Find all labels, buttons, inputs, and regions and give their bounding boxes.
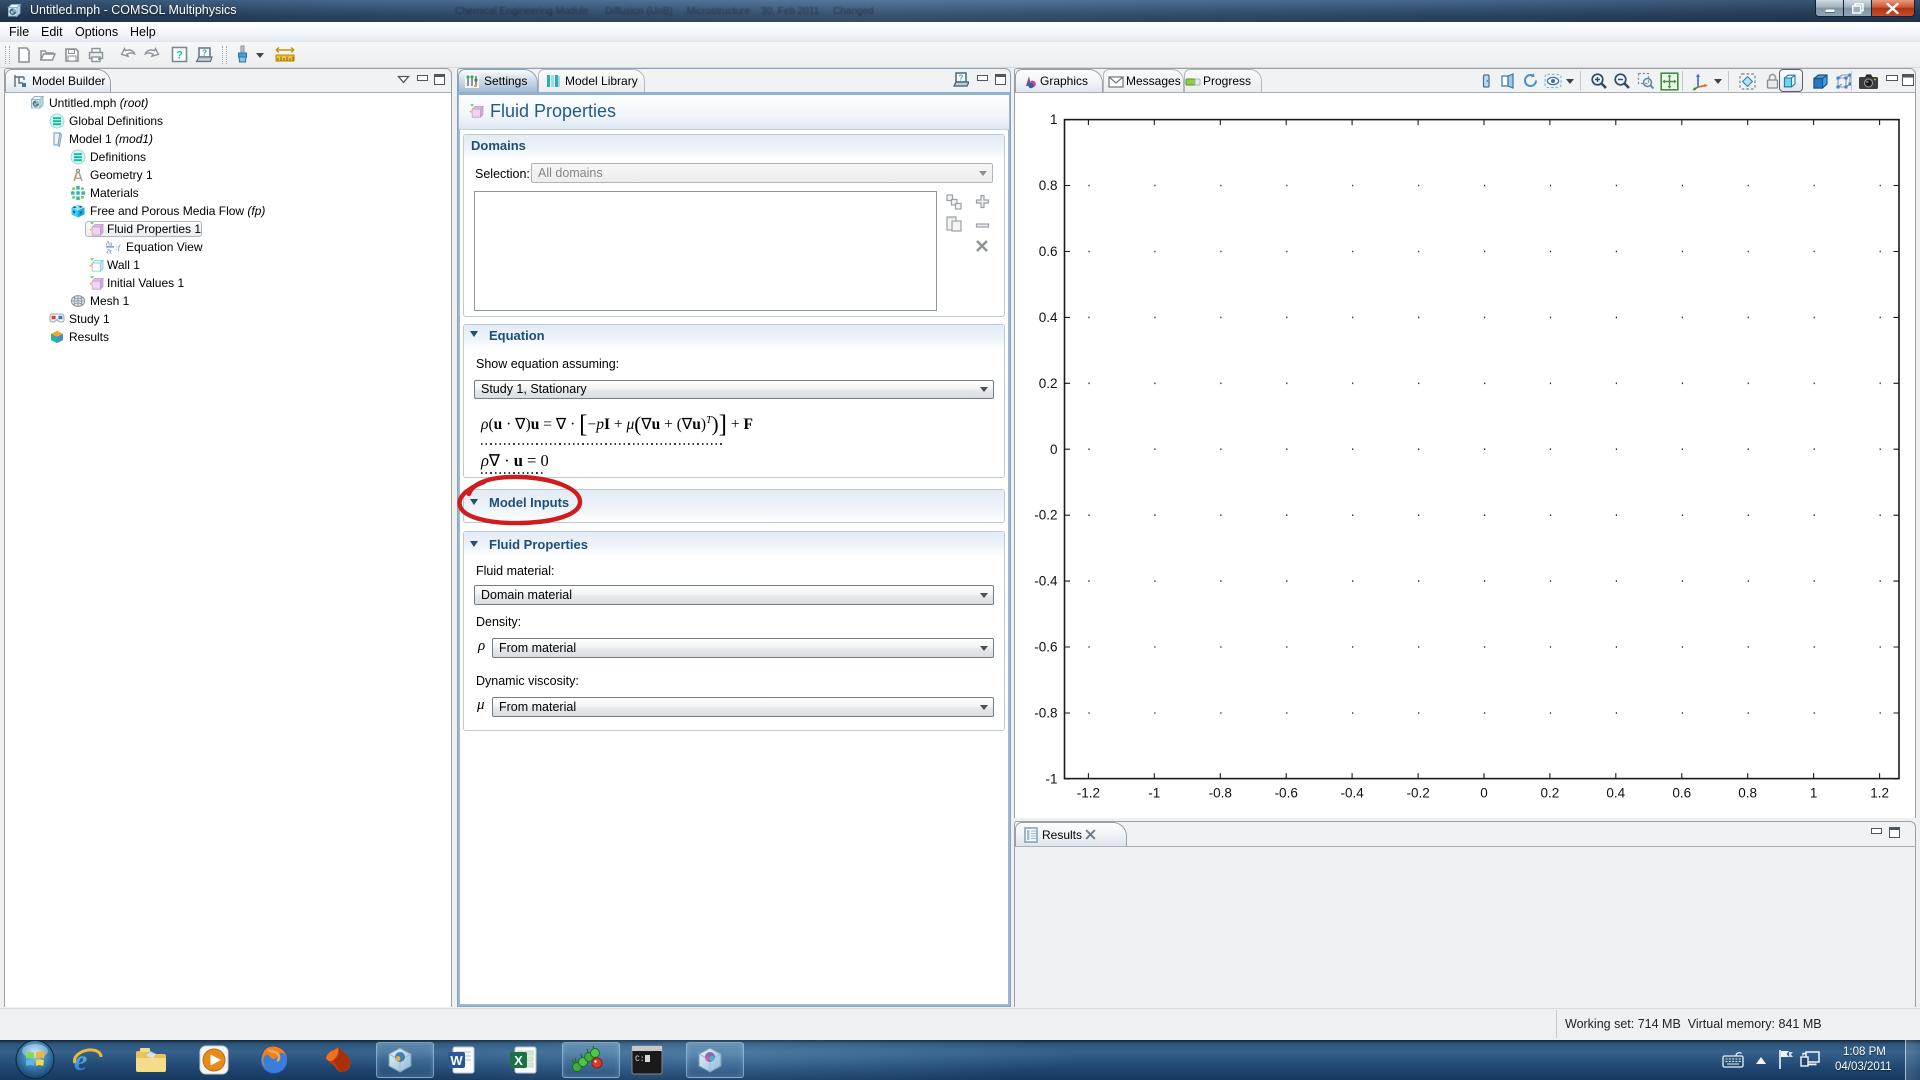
svg-text:-0.4: -0.4	[1340, 786, 1364, 801]
svg-text:0.8: 0.8	[1039, 178, 1058, 193]
svg-text:1: 1	[1810, 786, 1818, 801]
svg-text:0.4: 0.4	[1606, 786, 1625, 801]
svg-text:-0.2: -0.2	[1034, 508, 1057, 523]
svg-text:?: ?	[176, 50, 183, 62]
svg-text:X: X	[514, 1053, 523, 1068]
svg-text:1.2: 1.2	[1870, 786, 1889, 801]
svg-text:-0.8: -0.8	[1034, 706, 1057, 721]
svg-text:-1: -1	[1148, 786, 1160, 801]
svg-text:-0.6: -0.6	[1034, 640, 1057, 655]
svg-text:0.8: 0.8	[1738, 786, 1757, 801]
svg-text:-0.2: -0.2	[1406, 786, 1429, 801]
svg-text:0.6: 0.6	[1039, 244, 1058, 259]
svg-text:0.2: 0.2	[1541, 786, 1560, 801]
svg-text:-0.8: -0.8	[1209, 786, 1232, 801]
svg-text:-1: -1	[1045, 771, 1057, 786]
svg-text:-0.6: -0.6	[1275, 786, 1298, 801]
svg-text:0: 0	[1480, 786, 1488, 801]
svg-text:1: 1	[1050, 112, 1058, 127]
svg-text:-0.4: -0.4	[1034, 574, 1058, 589]
svg-text:0: 0	[1050, 442, 1058, 457]
svg-text:?: ?	[202, 48, 207, 58]
svg-text:W: W	[450, 1053, 463, 1068]
svg-text:-1.2: -1.2	[1077, 786, 1100, 801]
svg-text:0.6: 0.6	[1672, 786, 1691, 801]
svg-text:0.2: 0.2	[1039, 376, 1058, 391]
svg-text:?: ?	[959, 74, 964, 83]
svg-text:0.4: 0.4	[1039, 310, 1058, 325]
